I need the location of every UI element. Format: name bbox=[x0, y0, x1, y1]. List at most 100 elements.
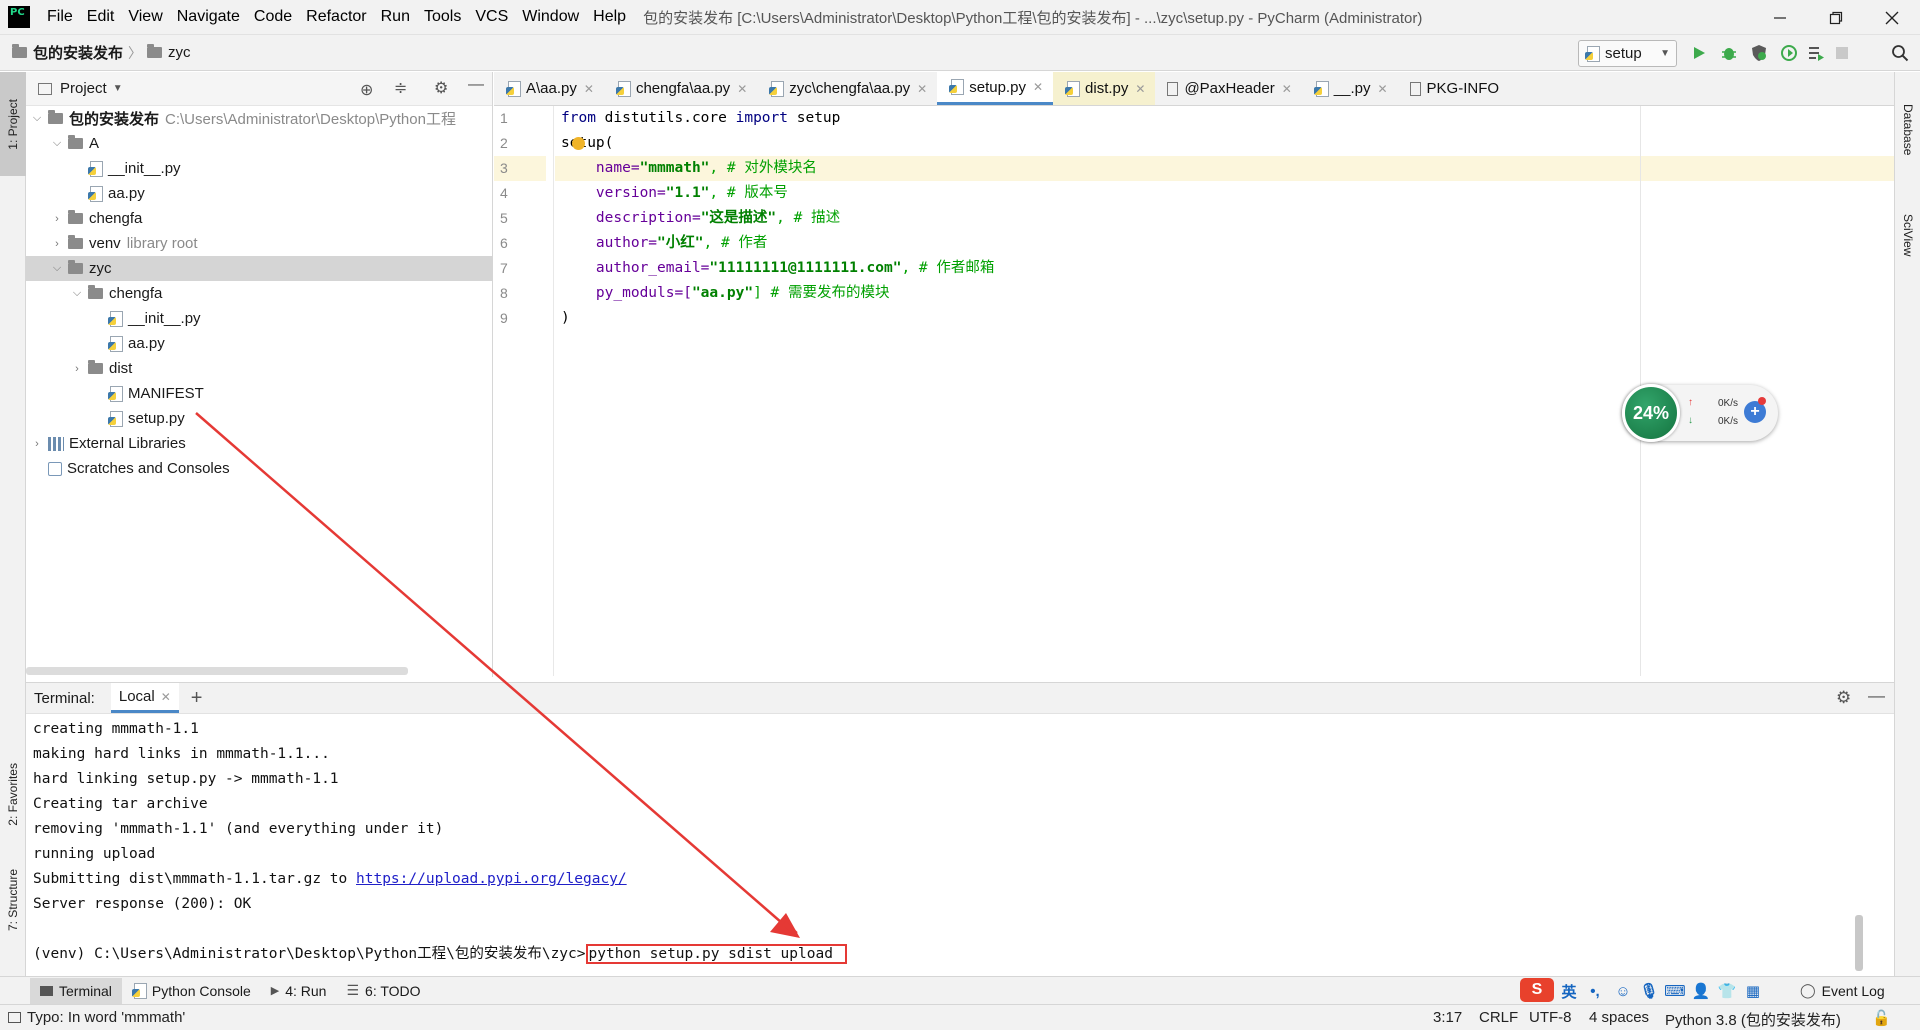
tree-item-file[interactable]: aa.py bbox=[26, 331, 493, 356]
menu-help[interactable]: Help bbox=[586, 8, 633, 26]
tree-item-folder-chengfa[interactable]: ⌵ chengfa bbox=[26, 281, 493, 306]
tree-item-folder-dist[interactable]: › dist bbox=[26, 356, 493, 381]
concurrency-button[interactable] bbox=[1806, 43, 1826, 63]
skin-icon[interactable]: 👕 bbox=[1716, 980, 1738, 1002]
chevron-down-icon[interactable]: ▼ bbox=[113, 83, 123, 94]
tree-item-external-libraries[interactable]: › External Libraries bbox=[26, 431, 493, 456]
close-tab-icon[interactable]: ✕ bbox=[1377, 82, 1387, 96]
project-view-selector[interactable]: Project bbox=[60, 80, 107, 97]
terminal-tab-local[interactable]: Local ✕ bbox=[110, 683, 179, 713]
menu-refactor[interactable]: Refactor bbox=[299, 8, 373, 26]
stop-button[interactable] bbox=[1832, 43, 1852, 63]
tree-item-folder-venv[interactable]: › venv library root bbox=[26, 231, 493, 256]
intention-bulb-icon[interactable] bbox=[572, 137, 585, 150]
run-config-dropdown[interactable]: setup ▼ bbox=[1578, 40, 1677, 67]
keyboard-icon[interactable]: ⌨ bbox=[1664, 980, 1686, 1002]
sogou-ime-icon[interactable]: S bbox=[1520, 978, 1554, 1002]
chevron-right-icon[interactable]: › bbox=[70, 363, 84, 375]
hide-panel-icon[interactable]: — bbox=[1868, 686, 1885, 706]
close-window-button[interactable] bbox=[1864, 0, 1920, 35]
tab-setup-py[interactable]: setup.py ✕ bbox=[937, 72, 1054, 105]
tree-item-file[interactable]: aa.py bbox=[26, 181, 493, 206]
emoji-icon[interactable]: ☺ bbox=[1612, 980, 1634, 1002]
new-terminal-tab-button[interactable]: + bbox=[179, 683, 215, 713]
database-tool-tab[interactable]: Database bbox=[1895, 82, 1920, 177]
hide-panel-icon[interactable]: — bbox=[468, 76, 484, 94]
tree-item-folder-a[interactable]: ⌵ A bbox=[26, 131, 493, 156]
menu-window[interactable]: Window bbox=[515, 8, 586, 26]
todo-tool-button[interactable]: ☰ 6: TODO bbox=[336, 978, 430, 1004]
menu-tools[interactable]: Tools bbox=[417, 8, 468, 26]
tab-dist-py[interactable]: dist.py ✕ bbox=[1053, 72, 1156, 105]
tab-underscore-py[interactable]: __.py ✕ bbox=[1302, 72, 1398, 105]
python-interpreter[interactable]: Python 3.8 (包的安装发布) bbox=[1665, 1009, 1841, 1030]
breadcrumb-project[interactable]: 包的安装发布 bbox=[12, 42, 123, 63]
pypi-upload-link[interactable]: https://upload.pypi.org/legacy/ bbox=[356, 871, 627, 887]
tab-pkg-info[interactable]: PKG-INFO bbox=[1398, 72, 1510, 105]
punctuation-icon[interactable]: •, bbox=[1584, 980, 1606, 1002]
tree-item-file-setup[interactable]: setup.py bbox=[26, 406, 493, 431]
close-tab-icon[interactable]: ✕ bbox=[1033, 80, 1043, 94]
chevron-right-icon[interactable]: › bbox=[50, 213, 64, 225]
horizontal-scrollbar[interactable] bbox=[26, 667, 408, 675]
close-tab-icon[interactable]: ✕ bbox=[584, 82, 594, 96]
close-tab-icon[interactable]: ✕ bbox=[1135, 82, 1145, 96]
tree-item-file[interactable]: __init__.py bbox=[26, 156, 493, 181]
debug-button[interactable] bbox=[1719, 43, 1739, 63]
python-console-tool-button[interactable]: Python Console bbox=[122, 978, 261, 1004]
coverage-button[interactable] bbox=[1749, 43, 1769, 63]
caret-position[interactable]: 3:17 bbox=[1433, 1009, 1462, 1026]
chevron-down-icon[interactable]: ⌵ bbox=[50, 137, 64, 150]
collapse-all-icon[interactable]: ≑ bbox=[394, 78, 407, 98]
menu-code[interactable]: Code bbox=[247, 8, 299, 26]
sciview-tool-tab[interactable]: SciView bbox=[1895, 190, 1920, 280]
terminal-tool-button[interactable]: Terminal bbox=[30, 977, 122, 1004]
tree-item-file[interactable]: MANIFEST bbox=[26, 381, 493, 406]
run-button[interactable] bbox=[1689, 43, 1709, 63]
close-tab-icon[interactable]: ✕ bbox=[737, 82, 747, 96]
chevron-right-icon[interactable]: › bbox=[50, 238, 64, 250]
ime-language-toggle[interactable]: 英 bbox=[1558, 980, 1580, 1002]
status-message[interactable]: Typo: In word 'mmmath' bbox=[8, 1009, 185, 1026]
close-tab-icon[interactable]: ✕ bbox=[1282, 82, 1292, 96]
chevron-down-icon[interactable]: ⌵ bbox=[50, 262, 64, 275]
locate-icon[interactable]: ⊕ bbox=[360, 80, 373, 100]
tab-chengfa-aa-py[interactable]: chengfa\aa.py ✕ bbox=[604, 72, 757, 105]
chevron-down-icon[interactable]: ⌵ bbox=[70, 287, 84, 300]
search-everywhere-button[interactable] bbox=[1890, 43, 1910, 63]
tree-item-scratches[interactable]: Scratches and Consoles bbox=[26, 456, 493, 481]
tree-item-folder-zyc[interactable]: ⌵ zyc bbox=[26, 256, 493, 281]
profile-button[interactable] bbox=[1779, 43, 1799, 63]
tree-item-file[interactable]: __init__.py bbox=[26, 306, 493, 331]
gear-icon[interactable]: ⚙ bbox=[1836, 688, 1851, 708]
minimize-button[interactable] bbox=[1752, 0, 1808, 35]
tab-zyc-chengfa-aa-py[interactable]: zyc\chengfa\aa.py ✕ bbox=[757, 72, 937, 105]
terminal-output[interactable]: creating mmmath-1.1 making hard links in… bbox=[26, 714, 1894, 976]
menu-file[interactable]: File bbox=[40, 8, 80, 26]
terminal-command-input[interactable]: python setup.py sdist upload bbox=[585, 944, 847, 964]
tree-item-folder-chengfa[interactable]: › chengfa bbox=[26, 206, 493, 231]
menu-vcs[interactable]: VCS bbox=[468, 8, 515, 26]
chevron-right-icon[interactable]: › bbox=[30, 438, 44, 450]
indent-setting[interactable]: 4 spaces bbox=[1589, 1009, 1649, 1026]
close-tab-icon[interactable]: ✕ bbox=[917, 82, 927, 96]
microphone-icon[interactable]: 🎙 bbox=[1638, 980, 1660, 1002]
tab-paxheader[interactable]: @PaxHeader ✕ bbox=[1155, 72, 1301, 105]
menu-edit[interactable]: Edit bbox=[80, 8, 122, 26]
network-speed-widget[interactable]: 24% ↑ ↓ 0K/s 0K/s + bbox=[1622, 384, 1778, 442]
project-tool-tab[interactable]: 1: Project bbox=[0, 72, 26, 176]
run-tool-button[interactable]: ▶ 4: Run bbox=[261, 978, 337, 1004]
menu-run[interactable]: Run bbox=[374, 8, 417, 26]
gear-icon[interactable]: ⚙ bbox=[434, 78, 448, 98]
lock-icon[interactable]: 🔓 bbox=[1872, 1009, 1891, 1027]
terminal-scrollbar[interactable] bbox=[1855, 915, 1863, 971]
line-separator[interactable]: CRLF bbox=[1479, 1009, 1518, 1026]
restore-button[interactable] bbox=[1808, 0, 1864, 35]
chevron-down-icon[interactable]: ⌵ bbox=[30, 112, 44, 125]
menu-navigate[interactable]: Navigate bbox=[170, 8, 247, 26]
tree-item-project-root[interactable]: ⌵ 包的安装发布 C:\Users\Administrator\Desktop\… bbox=[26, 106, 493, 131]
structure-tool-tab[interactable]: 7: Structure bbox=[0, 850, 26, 950]
favorites-tool-tab[interactable]: 2: Favorites bbox=[0, 744, 26, 844]
close-tab-icon[interactable]: ✕ bbox=[161, 690, 171, 704]
user-icon[interactable]: 👤 bbox=[1690, 980, 1712, 1002]
